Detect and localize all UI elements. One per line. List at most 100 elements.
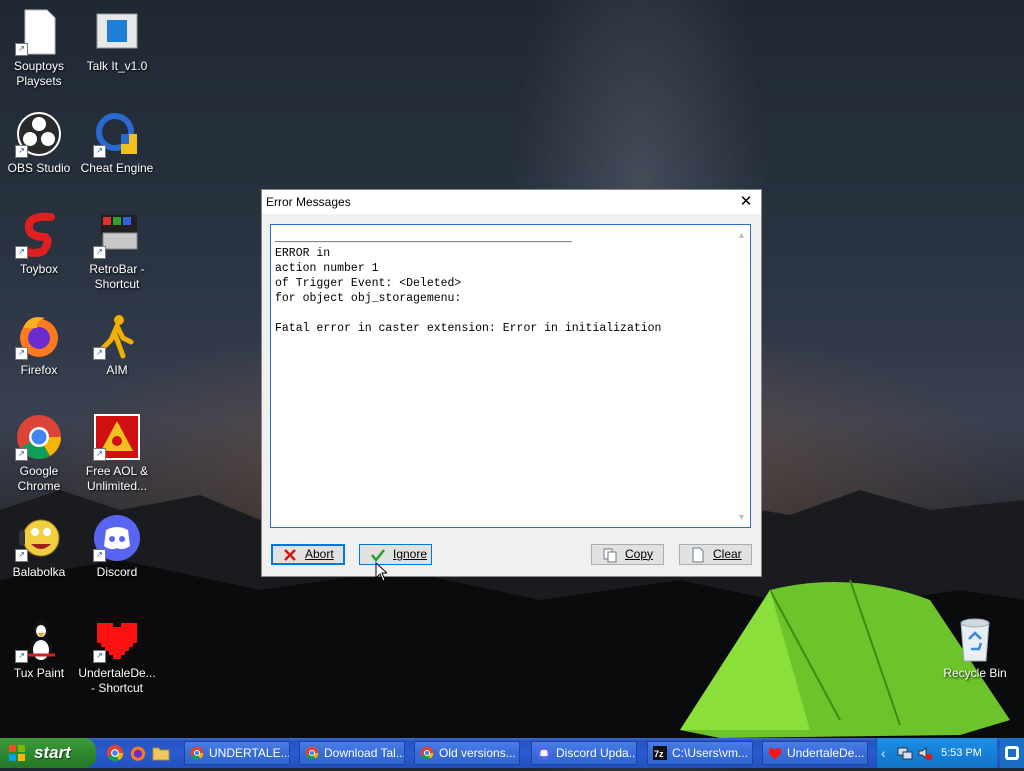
message-line: ERROR in bbox=[275, 247, 331, 260]
desktop-icon-balabolka[interactable]: ↗ Balabolka bbox=[0, 514, 78, 580]
desktop-icon-talkit[interactable]: Talk It_v1.0 bbox=[78, 8, 156, 74]
desktop-icon-firefox[interactable]: ↗ Firefox bbox=[0, 312, 78, 378]
shortcut-arrow-icon: ↗ bbox=[15, 246, 28, 259]
scroll-up-icon[interactable]: ▲ bbox=[733, 227, 750, 243]
shortcut-arrow-icon: ↗ bbox=[15, 347, 28, 360]
desktop-icon-label: Recycle Bin bbox=[943, 666, 1007, 680]
desktop-icon-label: Toybox bbox=[19, 262, 59, 276]
shortcut-arrow-icon: ↗ bbox=[93, 650, 106, 663]
message-line: ________________________________________… bbox=[275, 232, 572, 245]
chrome-icon bbox=[420, 746, 434, 760]
desktop-icon-label: Cheat Engine bbox=[80, 161, 154, 175]
taskbar-item[interactable]: Discord Upda... bbox=[531, 741, 637, 765]
desktop-icon-label: Google Chrome bbox=[17, 464, 61, 493]
error-message-text: ________________________________________… bbox=[275, 231, 725, 336]
chrome-icon bbox=[305, 746, 319, 760]
quicklaunch-folder-icon[interactable] bbox=[152, 744, 170, 762]
start-button[interactable]: start bbox=[0, 738, 96, 768]
taskbar-item[interactable]: Old versions... bbox=[414, 741, 520, 765]
desktop-icon-aim[interactable]: ↗ AIM bbox=[78, 312, 156, 378]
shortcut-arrow-icon: ↗ bbox=[93, 448, 106, 461]
clear-button[interactable]: Clear bbox=[679, 544, 752, 565]
vertical-scrollbar[interactable]: ▲ ▼ bbox=[733, 225, 750, 527]
desktop-icon-discord[interactable]: ↗ Discord bbox=[78, 514, 156, 580]
taskbar-clock[interactable]: 5:53 PM bbox=[941, 738, 982, 768]
desktop-icon-label: Tux Paint bbox=[13, 666, 65, 680]
error-message-textarea[interactable]: ________________________________________… bbox=[270, 224, 751, 528]
message-line bbox=[275, 306, 725, 321]
taskbar-item[interactable]: Download Tal... bbox=[299, 741, 405, 765]
taskbar-item-label: Old versions... bbox=[439, 746, 516, 760]
copy-icon bbox=[603, 548, 617, 563]
chrome-icon bbox=[190, 746, 204, 760]
volume-muted-icon[interactable] bbox=[917, 745, 933, 761]
desktop-icon-aol[interactable]: ↗ Free AOL & Unlimited... bbox=[78, 413, 156, 494]
shortcut-arrow-icon: ↗ bbox=[15, 145, 28, 158]
close-icon[interactable]: ✕ bbox=[731, 190, 761, 214]
dialog-title: Error Messages bbox=[266, 195, 351, 209]
message-line: of Trigger Event: <Deleted> bbox=[275, 277, 462, 290]
tray-expand-icon[interactable]: ‹ bbox=[881, 738, 886, 768]
clear-button-label: Clear bbox=[713, 547, 742, 561]
shortcut-arrow-icon: ↗ bbox=[93, 549, 106, 562]
notification-icon bbox=[1005, 746, 1019, 760]
taskbar-item-label: Download Tal... bbox=[324, 746, 405, 760]
desktop-icon-retrobar[interactable]: ↗ RetroBar - Shortcut bbox=[78, 211, 156, 292]
quicklaunch-chrome-icon[interactable] bbox=[106, 744, 124, 762]
scroll-down-icon[interactable]: ▼ bbox=[733, 509, 750, 525]
windows-flag-icon bbox=[9, 745, 25, 761]
green-check-icon bbox=[371, 549, 385, 563]
shortcut-arrow-icon: ↗ bbox=[15, 448, 28, 461]
shortcut-arrow-icon: ↗ bbox=[15, 549, 28, 562]
taskbar: start UNDERTALE... Download Tal... Old v… bbox=[0, 738, 1024, 768]
svg-text:7z: 7z bbox=[654, 749, 664, 759]
recycle-bin-icon bbox=[960, 618, 990, 662]
taskbar-item-label: C:\Users\vm... bbox=[672, 746, 749, 760]
taskbar-item[interactable]: 7z C:\Users\vm... bbox=[647, 741, 753, 765]
desktop-icon-label: RetroBar - Shortcut bbox=[89, 262, 145, 291]
desktop-icon-label: Souptoys Playsets bbox=[13, 59, 65, 88]
desktop-icon-obs[interactable]: ↗ OBS Studio bbox=[0, 110, 78, 176]
desktop-icon-label: Balabolka bbox=[12, 565, 66, 579]
discord-icon bbox=[537, 746, 551, 760]
dialog-titlebar[interactable]: Error Messages ✕ bbox=[262, 190, 761, 214]
error-messages-dialog: Error Messages ✕ _______________________… bbox=[261, 189, 762, 577]
app-window-icon bbox=[96, 13, 138, 49]
copy-button-label: Copy bbox=[625, 547, 654, 561]
desktop-icon-tuxpaint[interactable]: ↗ Tux Paint bbox=[0, 615, 78, 681]
ignore-button[interactable]: Ignore bbox=[359, 544, 432, 565]
desktop-icon-label: UndertaleDe... - Shortcut bbox=[78, 666, 156, 695]
desktop-icon-undertale[interactable]: ↗ UndertaleDe... - Shortcut bbox=[78, 615, 156, 696]
red-x-icon bbox=[284, 549, 296, 561]
shortcut-arrow-icon: ↗ bbox=[15, 650, 28, 663]
copy-button[interactable]: Copy bbox=[591, 544, 664, 565]
taskbar-item[interactable]: UndertaleDe... bbox=[762, 741, 868, 765]
message-line: Fatal error in caster extension: Error i… bbox=[275, 322, 662, 335]
taskbar-item-label: Discord Upda... bbox=[556, 746, 637, 760]
abort-button-label: Abort bbox=[305, 547, 334, 561]
desktop-icon-chrome[interactable]: ↗ Google Chrome bbox=[0, 413, 78, 494]
taskbar-item-label: UNDERTALE... bbox=[209, 746, 290, 760]
desktop-icon-recycle-bin[interactable]: Recycle Bin bbox=[936, 615, 1014, 681]
desktop-icon-souptoys[interactable]: ↗ Souptoys Playsets bbox=[0, 8, 78, 89]
ignore-button-label: Ignore bbox=[393, 547, 428, 561]
desktop-icon-label: OBS Studio bbox=[7, 161, 71, 175]
taskbar-item[interactable]: UNDERTALE... bbox=[184, 741, 290, 765]
heart-icon bbox=[769, 748, 781, 759]
shortcut-arrow-icon: ↗ bbox=[93, 347, 106, 360]
abort-button[interactable]: Abort bbox=[271, 544, 345, 565]
network-icon[interactable] bbox=[897, 745, 913, 761]
desktop-icon-cheat-engine[interactable]: ↗ Cheat Engine bbox=[78, 110, 156, 176]
desktop-icon-label: Talk It_v1.0 bbox=[86, 59, 148, 73]
show-desktop-button[interactable] bbox=[1000, 738, 1024, 768]
shortcut-arrow-icon: ↗ bbox=[15, 43, 28, 56]
desktop-icon-label: Free AOL & Unlimited... bbox=[85, 464, 149, 493]
start-label: start bbox=[34, 743, 71, 762]
shortcut-arrow-icon: ↗ bbox=[93, 246, 106, 259]
mouse-cursor-icon bbox=[375, 562, 387, 582]
quicklaunch-firefox-icon[interactable] bbox=[129, 744, 147, 762]
7zip-icon: 7z bbox=[653, 746, 667, 760]
desktop-icon-toybox[interactable]: ↗ Toybox bbox=[0, 211, 78, 277]
message-line: for object obj_storagemenu: bbox=[275, 292, 462, 305]
system-tray: ‹ 5:53 PM bbox=[876, 738, 997, 768]
